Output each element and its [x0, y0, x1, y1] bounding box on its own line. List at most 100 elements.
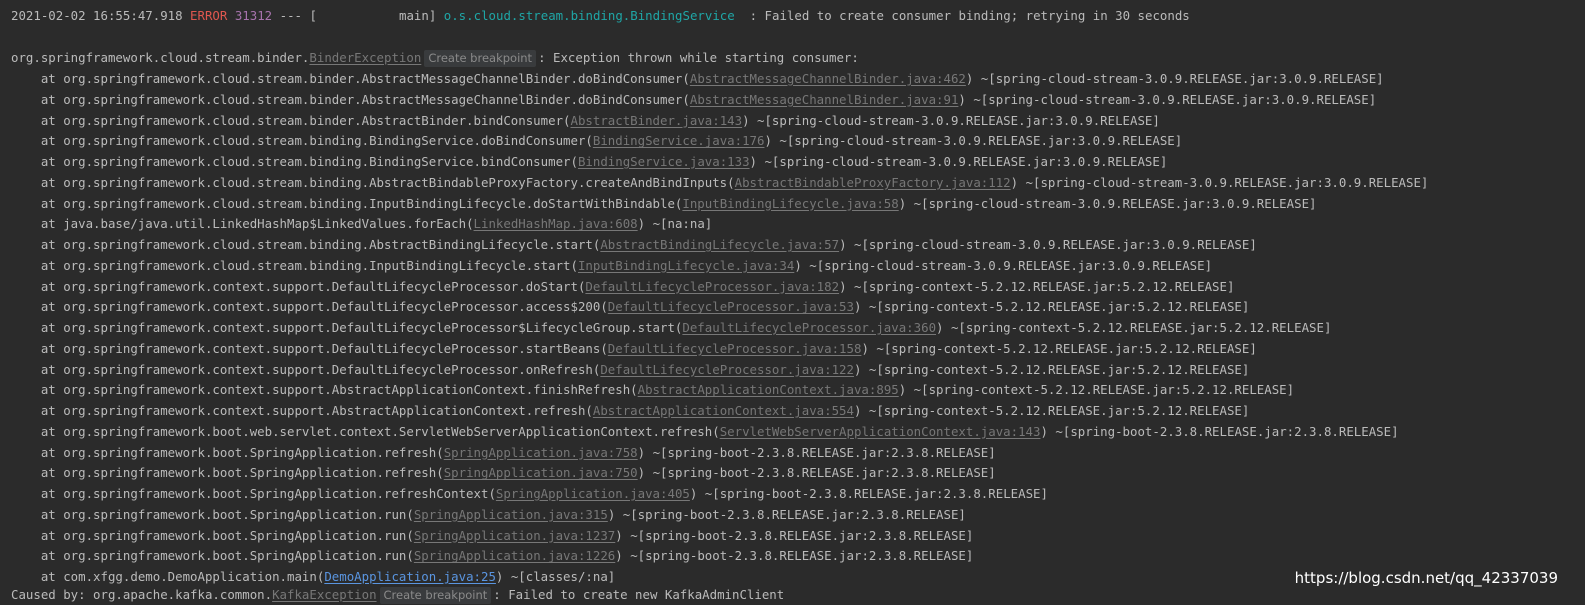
frame-method: org.springframework.cloud.stream.binder.…: [63, 91, 683, 107]
frame-jar: ~[spring-context-5.2.12.RELEASE.jar:5.2.…: [950, 320, 1332, 335]
caused-by-package: Caused by: org.apache.kafka.common.: [11, 587, 273, 602]
frame-source-link[interactable]: AbstractApplicationContext.java:895: [638, 382, 899, 397]
frame-jar: ~[spring-context-5.2.12.RELEASE.jar:5.2.…: [868, 403, 1250, 418]
frame-jar: ~[classes/:na]: [510, 569, 616, 584]
frame-source-link[interactable]: ServletWebServerApplicationContext.java:…: [720, 424, 1041, 439]
frame-jar: ~[spring-cloud-stream-3.0.9.RELEASE.jar:…: [980, 71, 1384, 86]
frame-source-link[interactable]: AbstractBinder.java:143: [571, 113, 743, 128]
stack-frame: at org.springframework.cloud.stream.bind…: [11, 237, 1257, 252]
frame-jar: ~[spring-boot-2.3.8.RELEASE.jar:2.3.8.RE…: [704, 486, 1048, 501]
frame-method: org.springframework.boot.web.servlet.con…: [63, 423, 713, 439]
frame-source-link[interactable]: AbstractMessageChannelBinder.java:462: [690, 71, 966, 86]
log-header-line: 2021-02-02 16:55:47.918 ERROR 31312 --- …: [11, 5, 1190, 26]
frame-method: org.springframework.context.support.Defa…: [63, 320, 675, 335]
stack-frame: at org.springframework.boot.SpringApplic…: [11, 486, 1048, 501]
frame-jar: ~[spring-boot-2.3.8.RELEASE.jar:2.3.8.RE…: [622, 506, 966, 522]
stack-frame: at org.springframework.cloud.stream.bind…: [11, 257, 1213, 273]
frame-method: org.springframework.boot.SpringApplicati…: [63, 465, 437, 481]
exception-message: : Exception thrown while starting consum…: [538, 50, 859, 65]
frame-source-link[interactable]: DemoApplication.java:25: [324, 569, 496, 584]
frame-source-link[interactable]: DefaultLifecycleProcessor.java:182: [585, 279, 839, 294]
frame-method: org.springframework.boot.SpringApplicati…: [63, 527, 407, 543]
frame-source-link[interactable]: SpringApplication.java:405: [496, 486, 690, 501]
caused-by-class-link[interactable]: KafkaException: [272, 587, 376, 602]
frame-source-link[interactable]: DefaultLifecycleProcessor.java:53: [608, 299, 854, 314]
frame-source-link[interactable]: DefaultLifecycleProcessor.java:122: [600, 362, 854, 377]
frame-jar: ~[spring-cloud-stream-3.0.9.RELEASE.jar:…: [913, 195, 1317, 211]
frame-method: org.springframework.cloud.stream.binder.…: [63, 112, 564, 128]
frame-method: com.xfgg.demo.DemoApplication.main: [63, 569, 317, 584]
frame-source-link[interactable]: AbstractBindingLifecycle.java:57: [600, 237, 839, 252]
frame-jar: ~[spring-cloud-stream-3.0.9.RELEASE.jar:…: [1025, 174, 1429, 190]
frame-method: org.springframework.cloud.stream.binding…: [63, 257, 571, 273]
frame-method: org.springframework.boot.SpringApplicati…: [63, 548, 407, 564]
stack-frame: at org.springframework.boot.SpringApplic…: [11, 506, 966, 522]
frame-method: org.springframework.boot.SpringApplicati…: [63, 444, 437, 460]
frame-source-link[interactable]: SpringApplication.java:315: [414, 507, 608, 522]
log-logger: o.s.cloud.stream.binding.BindingService: [443, 8, 735, 23]
stack-frame: at org.springframework.boot.SpringApplic…: [11, 444, 996, 460]
stack-frame: at org.springframework.context.support.A…: [11, 403, 1250, 418]
frame-method: org.springframework.context.support.Abst…: [63, 403, 586, 418]
frame-source-link[interactable]: SpringApplication.java:1226: [414, 548, 615, 563]
create-breakpoint-button[interactable]: Create breakpoint: [424, 50, 537, 67]
frame-source-link[interactable]: AbstractMessageChannelBinder.java:91: [690, 92, 959, 107]
stack-frame: at java.base/java.util.LinkedHashMap$Lin…: [11, 216, 713, 232]
log-pid: 31312: [234, 8, 273, 23]
frame-jar: ~[spring-cloud-stream-3.0.9.RELEASE.jar:…: [853, 237, 1257, 252]
stack-frame: at org.springframework.context.support.A…: [11, 382, 1295, 398]
frame-method: org.springframework.boot.SpringApplicati…: [63, 486, 489, 501]
stack-frame: at org.springframework.boot.SpringApplic…: [11, 465, 996, 481]
stack-frame: at org.springframework.cloud.stream.bind…: [11, 133, 1183, 149]
frame-source-link[interactable]: InputBindingLifecycle.java:58: [682, 196, 898, 211]
stack-frame: at org.springframework.cloud.stream.bind…: [11, 112, 1160, 128]
stack-frame: at org.springframework.cloud.stream.bind…: [11, 71, 1384, 86]
frame-jar: ~[spring-cloud-stream-3.0.9.RELEASE.jar:…: [764, 154, 1168, 169]
frame-method: org.springframework.cloud.stream.binding…: [63, 237, 593, 252]
frame-jar: ~[spring-context-5.2.12.RELEASE.jar:5.2.…: [853, 278, 1235, 294]
frame-jar: ~[spring-boot-2.3.8.RELEASE.jar:2.3.8.RE…: [630, 548, 974, 564]
frame-method: org.springframework.cloud.stream.binding…: [63, 195, 675, 211]
log-separator: ---: [279, 8, 302, 23]
stack-frame: at org.springframework.cloud.stream.bind…: [11, 154, 1168, 169]
frame-source-link[interactable]: LinkedHashMap.java:608: [474, 216, 638, 231]
exception-line: org.springframework.cloud.stream.binder.…: [11, 47, 859, 68]
caused-by-message: : Failed to create new KafkaAdminClient: [493, 587, 785, 602]
stack-frame: at org.springframework.cloud.stream.bind…: [11, 174, 1429, 190]
stack-frame: at org.springframework.context.support.D…: [11, 299, 1250, 315]
frame-source-link[interactable]: InputBindingLifecycle.java:34: [578, 258, 794, 273]
stack-frame: at org.springframework.context.support.D…: [11, 278, 1235, 294]
console-output: 2021-02-02 16:55:47.918 ERROR 31312 --- …: [0, 0, 1585, 605]
frame-source-link[interactable]: DefaultLifecycleProcessor.java:360: [682, 320, 936, 335]
frame-source-link[interactable]: SpringApplication.java:750: [444, 465, 638, 480]
frame-source-link[interactable]: AbstractApplicationContext.java:554: [593, 403, 854, 418]
frame-source-link[interactable]: BindingService.java:176: [593, 133, 765, 148]
exception-class-link[interactable]: BinderException: [309, 50, 421, 65]
stack-frame: at org.springframework.cloud.stream.bind…: [11, 195, 1317, 211]
frame-source-link[interactable]: BindingService.java:133: [578, 154, 750, 169]
frame-jar: ~[spring-boot-2.3.8.RELEASE.jar:2.3.8.RE…: [1055, 423, 1399, 439]
frame-source-link[interactable]: DefaultLifecycleProcessor.java:158: [608, 341, 862, 356]
caused-by-line: Caused by: org.apache.kafka.common.Kafka…: [11, 584, 784, 605]
log-level: ERROR: [190, 8, 228, 23]
frame-source-link[interactable]: AbstractBindableProxyFactory.java:112: [735, 175, 1011, 190]
stack-frame: at org.springframework.context.support.D…: [11, 340, 1257, 356]
frame-jar: ~[spring-cloud-stream-3.0.9.RELEASE.jar:…: [809, 257, 1213, 273]
frame-jar: ~[spring-boot-2.3.8.RELEASE.jar:2.3.8.RE…: [630, 527, 974, 543]
frame-jar: ~[spring-context-5.2.12.RELEASE.jar:5.2.…: [913, 382, 1295, 398]
frame-jar: ~[na:na]: [652, 216, 713, 232]
frame-method: org.springframework.cloud.stream.binding…: [63, 133, 586, 149]
frame-method: org.springframework.context.support.Defa…: [63, 340, 601, 356]
frame-source-link[interactable]: SpringApplication.java:1237: [414, 528, 615, 543]
frame-jar: ~[spring-boot-2.3.8.RELEASE.jar:2.3.8.RE…: [652, 465, 996, 481]
watermark-url: https://blog.csdn.net/qq_42337039: [1294, 569, 1558, 587]
frame-method: org.springframework.context.support.Defa…: [63, 278, 578, 294]
create-breakpoint-button[interactable]: Create breakpoint: [379, 587, 492, 604]
frame-method: org.springframework.cloud.stream.binding…: [63, 174, 728, 190]
stack-frame: at org.springframework.context.support.D…: [11, 320, 1332, 335]
frame-source-link[interactable]: SpringApplication.java:758: [444, 445, 638, 460]
stack-frame: at org.springframework.cloud.stream.bind…: [11, 91, 1377, 107]
stack-frame: at org.springframework.boot.SpringApplic…: [11, 548, 974, 564]
exception-package: org.springframework.cloud.stream.binder.: [11, 50, 310, 65]
frame-jar: ~[spring-cloud-stream-3.0.9.RELEASE.jar:…: [779, 133, 1183, 149]
